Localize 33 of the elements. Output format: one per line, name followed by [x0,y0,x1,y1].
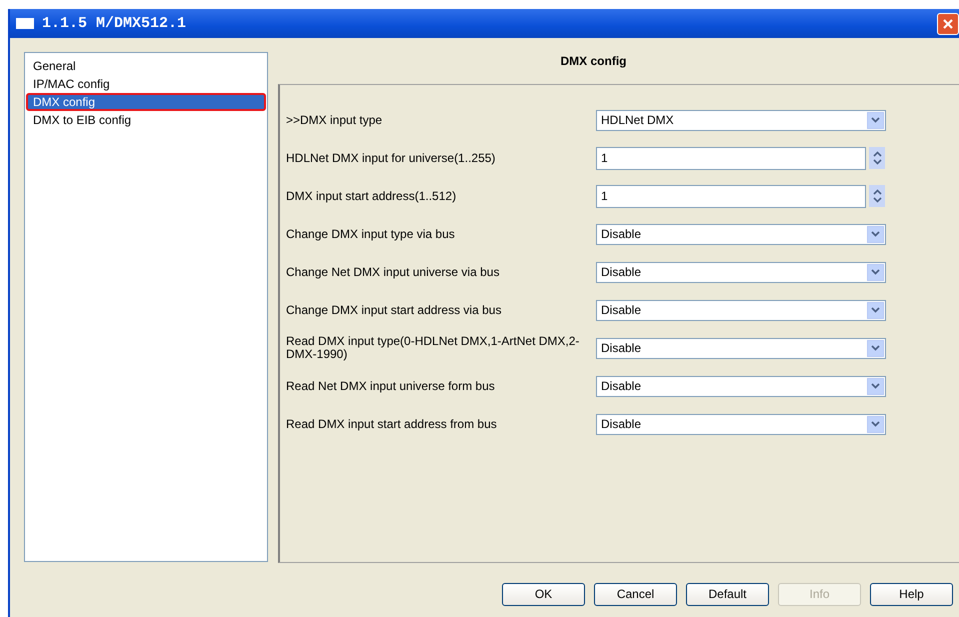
sidebar-item[interactable]: General [26,57,266,75]
setting-label: Read Net DMX input universe form bus [286,380,496,392]
setting-label: Change Net DMX input universe via bus [286,266,500,278]
setting-label: Change DMX input start address via bus [286,304,502,316]
number-field[interactable]: 1 [596,146,866,170]
setting-label: DMX input start address(1..512) [286,190,458,202]
setting-label: >>DMX input type [286,114,384,126]
spinner-icon[interactable] [869,147,885,169]
dialog-button[interactable]: Help [870,582,953,606]
dropdown[interactable]: Disable [596,300,886,320]
window-icon [16,18,34,29]
close-icon [942,18,954,30]
dropdown[interactable]: Disable [596,376,886,396]
dropdown[interactable]: HDLNet DMX [596,110,886,130]
dialog-button[interactable]: OK [502,582,585,606]
dropdown[interactable]: Disable [596,262,886,282]
dropdown[interactable]: Disable [596,338,886,358]
dialog-button[interactable]: Default [686,582,769,606]
panel-title: DMX config [560,53,628,70]
dropdown[interactable]: Disable [596,414,886,434]
window-title: 1.1.5 M/DMX512.1 [42,15,188,32]
setting-label: Read DMX input type(0-HDLNet DMX,1-ArtNet DMX,2- DMX-1990) [286,335,580,361]
close-button[interactable] [937,12,959,34]
sidebar-item[interactable]: DMX config [26,93,266,111]
dropdown[interactable]: Disable [596,224,886,244]
setting-label: HDLNet DMX input for universe(1..255) [286,152,496,164]
spinner-icon[interactable] [869,185,885,207]
number-field[interactable]: 1 [596,184,866,208]
sidebar-item[interactable]: IP/MAC config [26,75,266,93]
dialog-button[interactable]: Cancel [594,582,677,606]
setting-label: Change DMX input type via bus [286,228,456,240]
sidebar-item[interactable]: DMX to EIB config [26,111,266,129]
setting-label: Read DMX input start address from bus [286,418,498,430]
